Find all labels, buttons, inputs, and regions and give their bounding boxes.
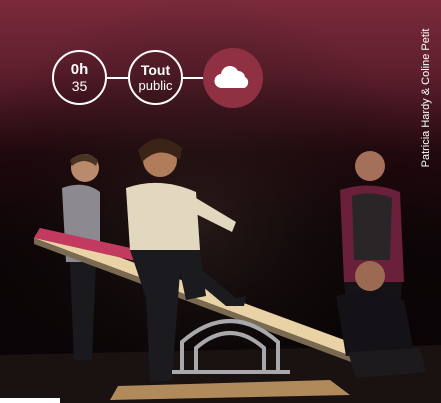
duration-hours: 0h [70,60,89,78]
badge-connector [107,77,128,79]
audience-label-bottom: public [138,77,173,93]
audience-label-top: Tout [140,61,171,78]
show-card: 0h 35 Tout public Patricia Hardy & Colin… [0,0,441,403]
audience-badge: Tout public [128,50,183,105]
duration-badge: 0h 35 [52,50,107,105]
cloud-icon [214,66,249,89]
weather-badge [203,48,263,108]
badge-connector [183,77,203,79]
photo-credit: Patricia Hardy & Coline Petit [420,28,432,168]
duration-minutes: 35 [71,77,88,94]
